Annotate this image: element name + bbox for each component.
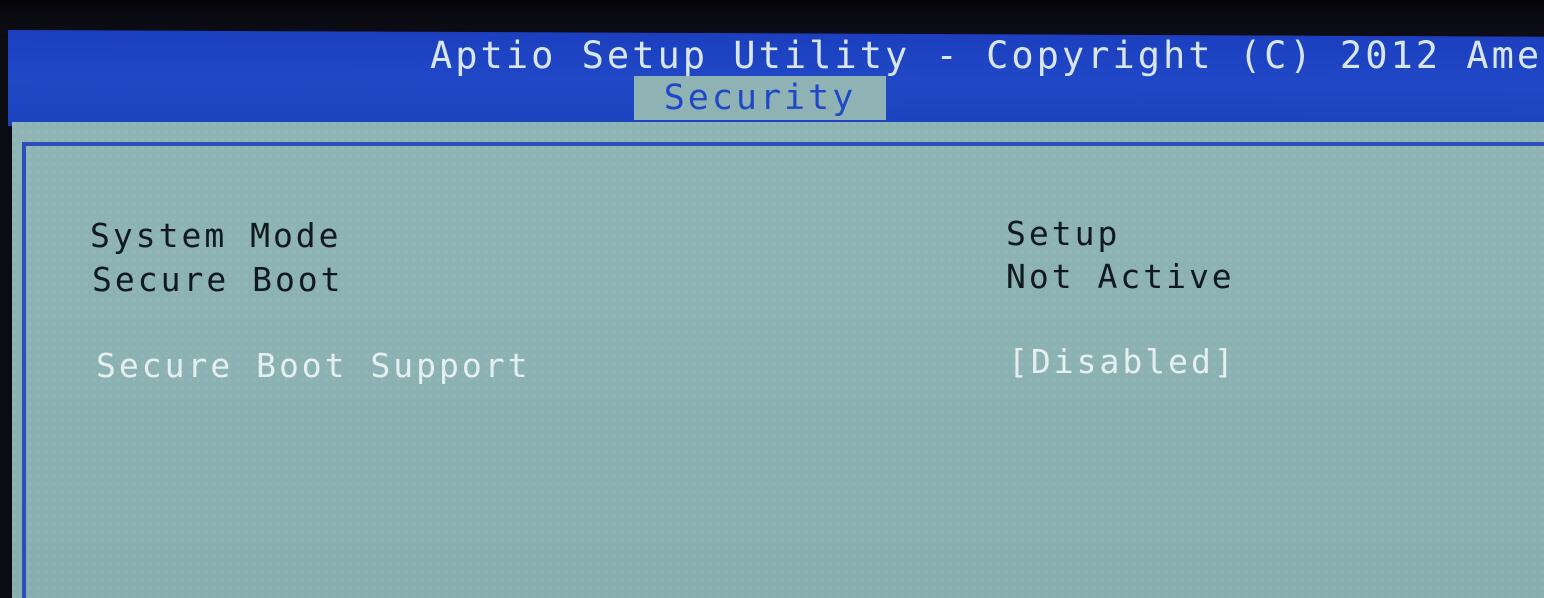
secure-boot-support-option[interactable]: Secure Boot Support	[96, 346, 531, 385]
secure-boot-label: Secure Boot	[92, 260, 344, 299]
system-mode-value: Setup	[1006, 214, 1121, 253]
system-mode-label: System Mode	[90, 216, 342, 255]
tab-security[interactable]: Security	[634, 76, 886, 120]
secure-boot-value: Not Active	[1006, 257, 1235, 296]
bios-title: Aptio Setup Utility - Copyright (C) 2012…	[430, 34, 1544, 77]
bios-screen: Aptio Setup Utility - Copyright (C) 2012…	[0, 0, 1544, 598]
secure-boot-support-value[interactable]: [Disabled]	[1008, 342, 1237, 381]
monitor-bezel	[0, 0, 1544, 34]
